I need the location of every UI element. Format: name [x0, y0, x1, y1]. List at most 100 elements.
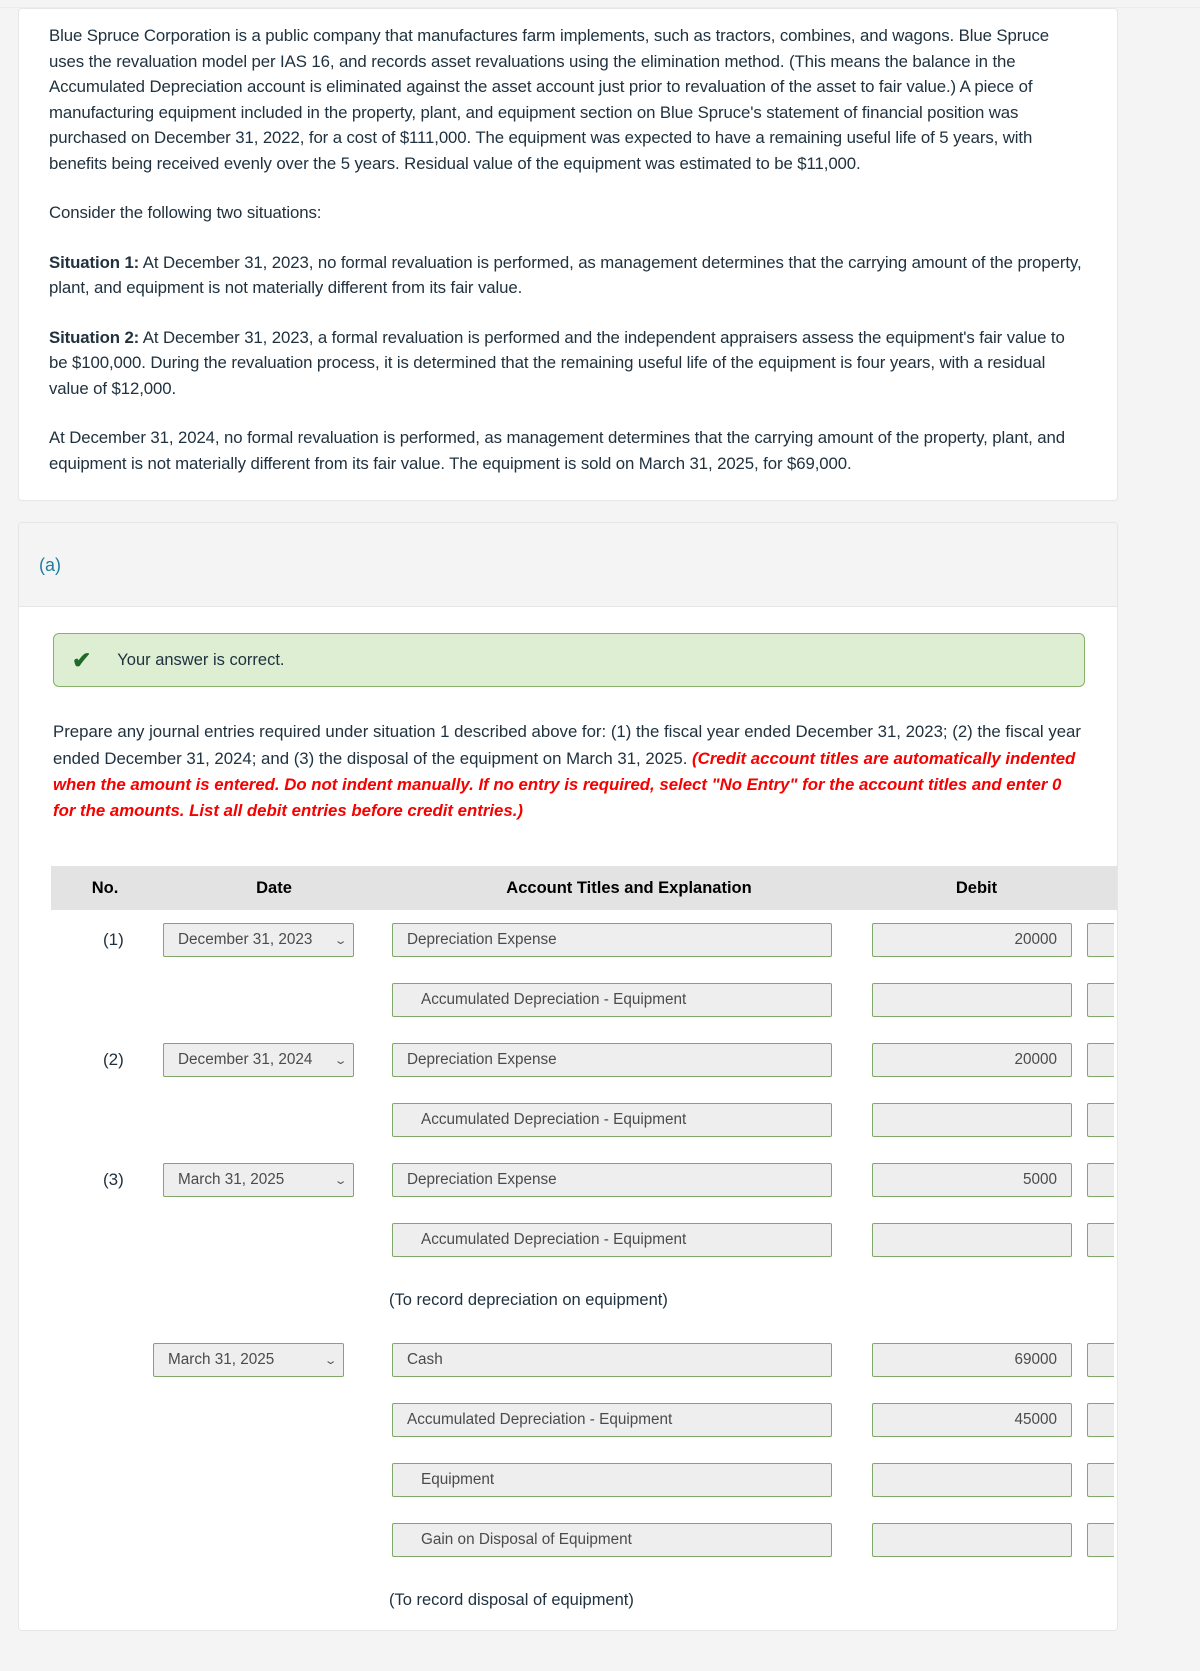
- row-date-cell: December 31, 2024 ⌄: [159, 1043, 389, 1078]
- account-title-input[interactable]: Gain on Disposal of Equipment: [392, 1523, 832, 1558]
- account-title-input[interactable]: Depreciation Expense: [392, 1043, 832, 1078]
- debit-amount-input[interactable]: 20000: [872, 1043, 1072, 1078]
- memo-text: (To record disposal of equipment): [389, 1590, 634, 1609]
- chevron-down-icon: ⌄: [323, 1354, 338, 1367]
- table-memo-row: (To record disposal of equipment): [51, 1570, 1117, 1630]
- credit-amount-input[interactable]: [1087, 1403, 1114, 1438]
- problem-statement-card: Blue Spruce Corporation is a public comp…: [18, 8, 1118, 502]
- table-row: (1) December 31, 2023 ⌄ Depreciation Expens…: [51, 910, 1117, 970]
- row-date-cell: March 31, 2025 ⌄: [159, 1163, 389, 1198]
- row-debit-cell: 45000: [872, 1403, 1087, 1438]
- credit-amount-input[interactable]: [1087, 1523, 1114, 1558]
- row-number-label: (2): [103, 1050, 124, 1070]
- row-account-cell: Depreciation Expense: [389, 1043, 872, 1078]
- row-credit-cell: [1087, 1163, 1114, 1198]
- row-credit-cell: [1087, 1103, 1114, 1138]
- problem-closing-paragraph: At December 31, 2024, no formal revaluat…: [49, 428, 1065, 473]
- debit-amount-input[interactable]: [872, 1523, 1072, 1558]
- problem-paragraph-2: Consider the following two situations:: [49, 203, 322, 223]
- date-select-value: March 31, 2025: [178, 1171, 285, 1189]
- date-select[interactable]: March 31, 2025 ⌄: [153, 1343, 344, 1378]
- date-select[interactable]: March 31, 2025 ⌄: [163, 1163, 354, 1198]
- credit-amount-input[interactable]: [1087, 983, 1114, 1018]
- row-debit-cell: 69000: [872, 1343, 1087, 1378]
- account-title-input[interactable]: Accumulated Depreciation - Equipment: [392, 1403, 832, 1438]
- row-date-cell: December 31, 2023 ⌄: [159, 923, 389, 958]
- row-number-label: (1): [103, 930, 124, 950]
- column-header-debit: Debit: [955, 878, 998, 897]
- row-debit-cell: 5000: [872, 1163, 1087, 1198]
- row-debit-cell: [872, 1103, 1087, 1138]
- row-credit-cell: [1087, 1523, 1114, 1558]
- page-root: Blue Spruce Corporation is a public comp…: [0, 0, 1200, 1671]
- row-account-cell: Accumulated Depreciation - Equipment: [389, 1103, 872, 1138]
- row-debit-cell: 20000: [872, 923, 1087, 958]
- credit-amount-input[interactable]: [1087, 1043, 1114, 1078]
- account-title-input[interactable]: Equipment: [392, 1463, 832, 1498]
- date-select-value: March 31, 2025: [168, 1351, 275, 1369]
- debit-amount-input[interactable]: [872, 1103, 1072, 1138]
- row-debit-cell: [872, 1523, 1087, 1558]
- table-row: (2) December 31, 2024 ⌄ Depreciation Expens…: [51, 1030, 1117, 1090]
- problem-paragraph-1: Blue Spruce Corporation is a public comp…: [49, 26, 1049, 173]
- account-title-input[interactable]: Accumulated Depreciation - Equipment: [392, 1223, 832, 1258]
- debit-amount-input[interactable]: 20000: [872, 923, 1072, 958]
- column-header-no: No.: [91, 878, 119, 897]
- table-row: Accumulated Depreciation - Equipment: [51, 1090, 1117, 1150]
- debit-amount-input[interactable]: 45000: [872, 1403, 1072, 1438]
- row-account-cell: Accumulated Depreciation - Equipment: [389, 1223, 872, 1258]
- row-credit-cell: [1087, 1403, 1114, 1438]
- date-select[interactable]: December 31, 2023 ⌄: [163, 923, 354, 958]
- credit-amount-input[interactable]: [1087, 1343, 1114, 1378]
- situation-1-paragraph: Situation 1: At December 31, 2023, no fo…: [49, 250, 1087, 301]
- account-title-input[interactable]: Cash: [392, 1343, 832, 1378]
- row-account-cell: Depreciation Expense: [389, 923, 872, 958]
- chevron-down-icon: ⌄: [333, 934, 348, 947]
- debit-amount-input[interactable]: [872, 983, 1072, 1018]
- row-account-cell: Accumulated Depreciation - Equipment: [389, 1403, 872, 1438]
- column-header-account: Account Titles and Explanation: [506, 878, 752, 897]
- table-memo-row: (To record depreciation on equipment): [51, 1270, 1117, 1330]
- part-a-header: (a): [19, 523, 1117, 608]
- situation-2-text: At December 31, 2023, a formal revaluati…: [49, 327, 1065, 398]
- credit-amount-input[interactable]: [1087, 1223, 1114, 1258]
- account-title-input[interactable]: Accumulated Depreciation - Equipment: [392, 983, 832, 1018]
- table-row: Accumulated Depreciation - Equipment: [51, 970, 1117, 1030]
- row-credit-cell: [1087, 1463, 1114, 1498]
- table-rows-container: (1) December 31, 2023 ⌄ Depreciation Expens…: [51, 910, 1117, 1630]
- debit-amount-input[interactable]: [872, 1223, 1072, 1258]
- situation-2-label: Situation 2:: [49, 327, 140, 347]
- table-row: Gain on Disposal of Equipment: [51, 1510, 1117, 1570]
- row-credit-cell: [1087, 983, 1114, 1018]
- account-title-input[interactable]: Depreciation Expense: [392, 1163, 832, 1198]
- card-gap: [0, 501, 1200, 523]
- row-account-cell: Equipment: [389, 1463, 872, 1498]
- row-account-cell: Gain on Disposal of Equipment: [389, 1523, 872, 1558]
- credit-amount-input[interactable]: [1087, 1103, 1114, 1138]
- row-account-cell: Cash: [389, 1343, 872, 1378]
- part-a-card: (a) ✔ Your answer is correct. Prepare an…: [18, 522, 1118, 1632]
- row-credit-cell: [1087, 1223, 1114, 1258]
- date-select[interactable]: December 31, 2024 ⌄: [163, 1043, 354, 1078]
- account-title-input[interactable]: Accumulated Depreciation - Equipment: [392, 1103, 832, 1138]
- situation-1-text: At December 31, 2023, no formal revaluat…: [49, 252, 1082, 298]
- table-row: (3) March 31, 2025 ⌄ Depreciation Expense 50…: [51, 1150, 1117, 1210]
- situation-2-paragraph: Situation 2: At December 31, 2023, a for…: [49, 325, 1087, 402]
- credit-amount-input[interactable]: [1087, 1463, 1114, 1498]
- credit-amount-input[interactable]: [1087, 923, 1114, 958]
- row-number-label: (3): [103, 1170, 124, 1190]
- row-account-cell: Depreciation Expense: [389, 1163, 872, 1198]
- debit-amount-input[interactable]: [872, 1463, 1072, 1498]
- situation-1-label: Situation 1:: [49, 252, 140, 272]
- row-debit-cell: [872, 1463, 1087, 1498]
- row-account-cell: Accumulated Depreciation - Equipment: [389, 983, 872, 1018]
- credit-amount-input[interactable]: [1087, 1163, 1114, 1198]
- debit-amount-input[interactable]: 69000: [872, 1343, 1072, 1378]
- debit-amount-input[interactable]: 5000: [872, 1163, 1072, 1198]
- journal-entry-table: No. Date Account Titles and Explanation …: [51, 866, 1117, 1630]
- part-label: (a): [39, 555, 61, 576]
- account-title-input[interactable]: Depreciation Expense: [392, 923, 832, 958]
- row-date-cell: March 31, 2025 ⌄: [153, 1343, 389, 1378]
- row-credit-cell: [1087, 923, 1114, 958]
- page-top-strip: [0, 0, 1200, 8]
